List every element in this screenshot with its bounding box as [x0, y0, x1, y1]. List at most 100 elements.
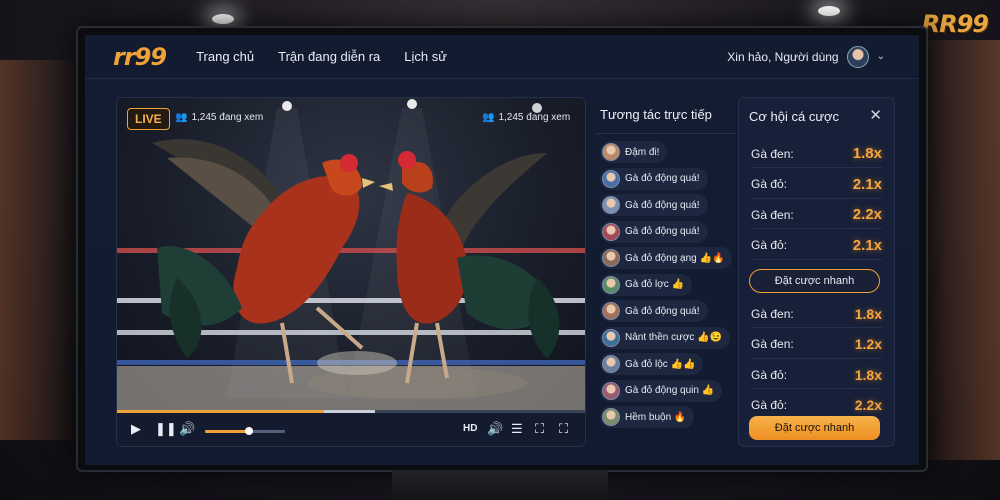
avatar[interactable] [602, 143, 620, 161]
odds-label: Gà đỏ: [751, 238, 788, 252]
pause-icon[interactable]: ❚❚ [155, 421, 177, 437]
chat-message-text: Đậm đi! [625, 146, 660, 158]
video-frame[interactable]: LIVE 👥 1,245 đang xem 👥 1,245 đang xem [117, 98, 585, 410]
odds-value: 2.2x [852, 206, 882, 223]
chat-message-text: Gà đỏ động quá! [625, 305, 700, 317]
odds-label: Gà đỏ: [751, 177, 788, 191]
chat-message-text: Hềm buộn 🔥 [625, 411, 687, 423]
menu-icon[interactable]: ☰ [511, 421, 523, 437]
chat-message: Gà đỏ lộc 👍👍 [600, 353, 704, 375]
chat-message-text: Gà đỏ động ạng 👍🔥 [625, 252, 725, 264]
app-screen: rr99 Trang chủ Trận đang diễn ra Lịch sử… [85, 35, 919, 465]
play-icon[interactable]: ▶ [131, 421, 141, 437]
odds-label: Gà đỏ: [751, 398, 788, 412]
live-badge: LIVE [127, 108, 170, 130]
odds-label: Gà đen: [751, 337, 794, 351]
progress-fill [117, 410, 324, 413]
odds-value: 2.1x [852, 236, 882, 254]
brand-logo[interactable]: rr99 [113, 43, 167, 71]
avatar[interactable] [602, 381, 620, 400]
chat-message: Gà đỏ động quá! [600, 194, 708, 216]
volume-fill [205, 430, 249, 433]
video-player[interactable]: LIVE 👥 1,245 đang xem 👥 1,245 đang xem ▶… [116, 97, 586, 447]
viewer-count-right: 👥 1,245 đang xem [482, 112, 570, 123]
volume-slider[interactable] [205, 427, 285, 435]
progress-bar[interactable] [117, 410, 585, 413]
odds-label: Gà đen: [751, 306, 794, 321]
chat-message: Đậm đi! [600, 141, 668, 163]
chat-message: Gà đỏ động ạng 👍🔥 [600, 247, 733, 269]
ceiling-light [212, 14, 234, 24]
odds-value: 2.2x [854, 397, 882, 413]
nav-link-live-matches[interactable]: Trận đang diễn ra [278, 49, 380, 64]
odds-value: 2.1x [852, 175, 882, 193]
top-nav: rr99 Trang chủ Trận đang diễn ra Lịch sử… [85, 35, 919, 79]
corner-logo: RR99 [921, 10, 989, 38]
ceiling-light [818, 6, 840, 16]
avatar[interactable] [846, 45, 869, 68]
odds-row[interactable]: Gà đen: 1.8x [751, 300, 882, 328]
avatar[interactable] [602, 328, 620, 347]
avatar[interactable] [602, 196, 620, 214]
chat-message: Gà đỏ động quá! [600, 300, 708, 322]
odds-label: Gà đen: [751, 207, 794, 222]
chat-message-text: Gà đỏ động quin 👍 [625, 385, 715, 396]
chat-message-text: Gà đỏ động quá! [625, 226, 700, 237]
odds-panel: Cơ hội cá cược ✕ Gà đen: 1.8x Gà đỏ: 2.1x Gà… [738, 97, 895, 447]
avatar[interactable] [602, 408, 620, 426]
chat-message: Gà đỏ lợc 👍 [600, 273, 693, 296]
odds-row[interactable]: Gà đen: 1.8x [751, 140, 882, 168]
avatar[interactable] [602, 355, 620, 373]
viewer-count-text: 1,245 đang xem [498, 112, 571, 123]
chat-message-text: Gà đỏ động quá! [625, 173, 700, 184]
divider [596, 133, 736, 134]
nav-link-history[interactable]: Lịch sử [404, 49, 447, 64]
close-icon[interactable]: ✕ [869, 106, 882, 124]
avatar[interactable] [602, 249, 620, 267]
users-icon: 👥 [482, 112, 495, 123]
user-menu[interactable]: Xin hảo, Người dùng ⌄ [727, 45, 885, 68]
chat-message-text: Gà đỏ lộc 👍👍 [625, 358, 696, 370]
video-scene-image [117, 99, 585, 410]
viewer-count-left: 👥 1,245 đang xem [175, 112, 263, 123]
odds-value: 1.8x [854, 305, 882, 322]
chat-message: Gà đỏ động quin 👍 [600, 379, 723, 402]
volume-handle[interactable] [245, 427, 253, 435]
avatar[interactable] [602, 275, 620, 294]
avatar[interactable] [602, 302, 620, 320]
odds-row[interactable]: Gà đen: 1.2x [751, 331, 882, 359]
room-glow-left [0, 60, 80, 440]
volume-icon[interactable]: 🔊 [179, 421, 195, 437]
quick-bet-button-primary[interactable]: Đặt cược nhanh [749, 416, 880, 440]
volume-icon[interactable]: 🔊 [487, 421, 503, 437]
theater-mode-icon[interactable]: ⛶ [535, 421, 544, 437]
odds-value: 1.8x [852, 145, 882, 162]
odds-value: 1.8x [854, 366, 882, 383]
odds-value: 1.2x [854, 336, 882, 352]
fullscreen-icon[interactable]: ⛶ [559, 421, 568, 437]
chat-message: Gà đỏ động quá! [600, 220, 708, 243]
odds-row[interactable]: Gà đỏ: 2.1x [751, 232, 882, 260]
progress-buffered [323, 410, 376, 413]
avatar[interactable] [602, 169, 620, 188]
odds-label: Gà đỏ: [751, 367, 788, 382]
avatar[interactable] [602, 222, 620, 241]
odds-label: Gà đen: [751, 146, 794, 161]
live-chat-panel: Tương tác trực tiếp Đậm đi! Gà đỏ động qu… [590, 97, 738, 447]
chevron-down-icon[interactable]: ⌄ [877, 51, 885, 62]
nav-link-home[interactable]: Trang chủ [196, 49, 254, 64]
video-controls: ▶ ❚❚ 🔊 HD 🔊 ☰ ⛶ ⛶ [117, 410, 585, 446]
odds-row[interactable]: Gà đen: 2.2x [751, 201, 882, 229]
chat-title: Tương tác trực tiếp [600, 107, 712, 122]
chat-message-text: Nânt thền cược 👍😉 [625, 332, 723, 343]
chat-message: Gà đỏ động quá! [600, 167, 708, 190]
chat-message: Hềm buộn 🔥 [600, 406, 695, 428]
users-icon: 👥 [175, 112, 188, 123]
quick-bet-button[interactable]: Đặt cược nhanh [749, 269, 880, 293]
chat-message-text: Gà đỏ động quá! [625, 199, 700, 211]
odds-row[interactable]: Gà đỏ: 1.8x [751, 361, 882, 389]
quality-toggle[interactable]: HD [463, 423, 477, 434]
odds-row[interactable]: Gà đỏ: 2.1x [751, 171, 882, 199]
user-greeting: Xin hảo, Người dùng [727, 49, 839, 64]
monitor: rr99 Trang chủ Trận đang diễn ra Lịch sử… [76, 26, 928, 472]
